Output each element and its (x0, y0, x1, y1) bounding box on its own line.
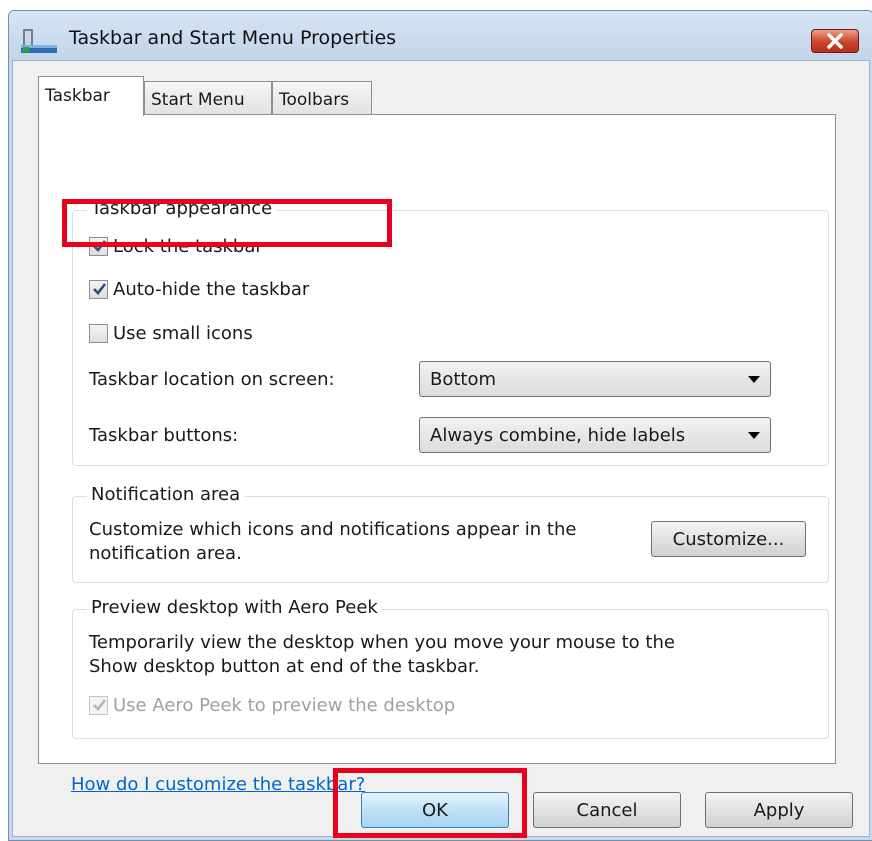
apply-button[interactable]: Apply (705, 792, 853, 828)
notification-text-line1: Customize which icons and notifications … (89, 519, 577, 540)
taskbar-app-icon (21, 27, 57, 53)
aero-peek-label: Use Aero Peek to preview the desktop (113, 694, 456, 716)
taskbar-appearance-group: Taskbar appearance Lock the taskbar Auto… (72, 198, 829, 466)
window-title: Taskbar and Start Menu Properties (69, 27, 397, 49)
tab-start-menu[interactable]: Start Menu (144, 81, 272, 115)
aero-peek-text-line2: Show desktop button at end of the taskba… (89, 656, 480, 677)
location-dropdown[interactable]: Bottom (419, 361, 771, 397)
close-button[interactable] (811, 29, 859, 53)
dropdown-arrow-icon (748, 432, 760, 439)
checkmark-icon (93, 282, 107, 295)
checkmark-icon (93, 698, 107, 711)
location-label: Taskbar location on screen: (89, 369, 335, 390)
auto-hide-highlight-box (62, 199, 392, 247)
properties-dialog: Taskbar and Start Menu Properties Taskba… (8, 10, 872, 841)
auto-hide-label: Auto-hide the taskbar (113, 278, 310, 300)
small-icons-checkbox[interactable] (89, 323, 108, 343)
aero-peek-checkbox-row: Use Aero Peek to preview the desktop (89, 693, 455, 717)
taskbar-buttons-dropdown-value: Always combine, hide labels (430, 424, 686, 446)
small-icons-label: Use small icons (113, 322, 253, 344)
taskbar-buttons-dropdown[interactable]: Always combine, hide labels (419, 417, 771, 453)
tab-toolbars[interactable]: Toolbars (272, 81, 372, 115)
title-bar[interactable]: Taskbar and Start Menu Properties (9, 11, 872, 59)
customize-button[interactable]: Customize... (651, 521, 806, 557)
dialog-client-area: Taskbar Start Menu Toolbars Taskbar appe… (12, 60, 870, 837)
aero-peek-checkbox (89, 695, 108, 715)
close-icon (827, 33, 843, 49)
buttons-label: Taskbar buttons: (89, 425, 239, 446)
cancel-button[interactable]: Cancel (533, 792, 681, 828)
help-link[interactable]: How do I customize the taskbar? (71, 774, 365, 795)
notification-area-group: Notification area Customize which icons … (72, 484, 829, 583)
auto-hide-checkbox-row[interactable]: Auto-hide the taskbar (89, 277, 309, 301)
ok-button-highlight-box (333, 768, 527, 838)
location-dropdown-value: Bottom (430, 368, 497, 390)
aero-peek-legend: Preview desktop with Aero Peek (87, 597, 382, 618)
auto-hide-checkbox[interactable] (89, 279, 108, 299)
small-icons-checkbox-row[interactable]: Use small icons (89, 321, 253, 345)
notification-area-legend: Notification area (87, 484, 245, 505)
notification-text-line2: notification area. (89, 543, 242, 564)
dropdown-arrow-icon (748, 376, 760, 383)
aero-peek-text-line1: Temporarily view the desktop when you mo… (89, 632, 675, 653)
aero-peek-group: Preview desktop with Aero Peek Temporari… (72, 597, 829, 739)
tab-taskbar[interactable]: Taskbar (38, 76, 144, 116)
